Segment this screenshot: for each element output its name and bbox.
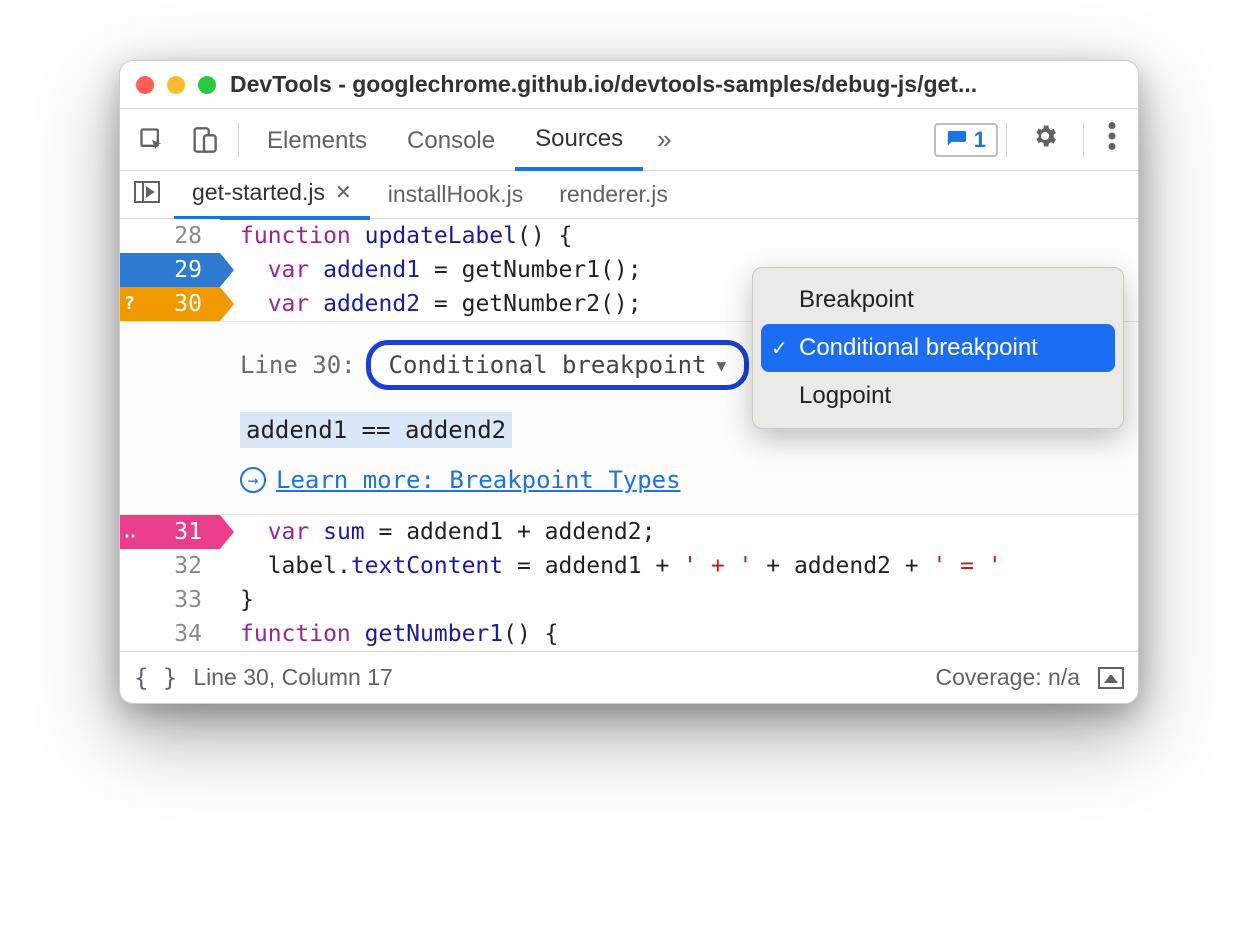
code-line-28[interactable]: 28 function updateLabel() {	[120, 219, 1138, 253]
file-tab-label: installHook.js	[388, 181, 524, 208]
chevron-down-icon: ▼	[716, 356, 726, 375]
menu-item-breakpoint[interactable]: Breakpoint	[761, 276, 1115, 324]
window-titlebar: DevTools - googlechrome.github.io/devtoo…	[120, 61, 1138, 109]
file-tab-installhook[interactable]: installHook.js	[370, 171, 542, 218]
code-text: var sum = addend1 + addend2;	[220, 515, 655, 549]
status-bar: { } Line 30, Column 17 Coverage: n/a	[120, 651, 1138, 703]
file-tab-renderer[interactable]: renderer.js	[541, 171, 686, 218]
dropdown-value: Conditional breakpoint	[389, 351, 707, 379]
menu-item-logpoint[interactable]: Logpoint	[761, 372, 1115, 420]
toolbar-divider	[238, 123, 239, 157]
window-title: DevTools - googlechrome.github.io/devtoo…	[230, 71, 977, 98]
code-text: }	[220, 583, 254, 617]
minimize-window-button[interactable]	[167, 76, 185, 94]
file-tabs-bar: get-started.js ✕ installHook.js renderer…	[120, 171, 1138, 219]
toolbar-divider	[1006, 123, 1007, 157]
file-tab-label: renderer.js	[559, 181, 668, 208]
code-text: var addend1 = getNumber1();	[220, 253, 642, 287]
code-line-34[interactable]: 34 function getNumber1() {	[120, 617, 1138, 651]
breakpoint-type-menu: Breakpoint ✓ Conditional breakpoint Logp…	[752, 267, 1124, 429]
code-line-32[interactable]: 32 label.textContent = addend1 + ' + ' +…	[120, 549, 1138, 583]
check-icon: ✓	[771, 336, 788, 361]
cursor-position: Line 30, Column 17	[193, 664, 392, 691]
code-line-33[interactable]: 33 }	[120, 583, 1138, 617]
file-tab-get-started[interactable]: get-started.js ✕	[174, 169, 370, 220]
settings-icon[interactable]	[1015, 122, 1075, 157]
code-text: var addend2 = getNumber2();	[220, 287, 642, 321]
arrow-circle-icon: →	[240, 467, 266, 493]
breakpoint-condition-input[interactable]: addend1 == addend2	[240, 412, 512, 448]
close-window-button[interactable]	[136, 76, 154, 94]
line-number-logpoint[interactable]: ‥31	[120, 515, 220, 549]
pretty-print-icon[interactable]: { }	[134, 664, 177, 692]
code-line-31[interactable]: ‥31 var sum = addend1 + addend2;	[120, 515, 1138, 549]
tab-elements[interactable]: Elements	[247, 111, 387, 169]
code-editor[interactable]: 28 function updateLabel() { 29 var adden…	[120, 219, 1138, 651]
breakpoint-line-label: Line 30:	[240, 351, 356, 379]
issues-count: 1	[974, 127, 986, 153]
tab-console[interactable]: Console	[387, 111, 515, 169]
line-number[interactable]: 32	[120, 549, 220, 583]
toolbar-divider	[1083, 123, 1084, 157]
code-text: function updateLabel() {	[220, 219, 572, 253]
inspect-element-icon[interactable]	[126, 116, 178, 164]
line-number-conditional-breakpoint[interactable]: ?30	[120, 287, 220, 321]
issues-button[interactable]: 1	[934, 123, 998, 157]
code-text: function getNumber1() {	[220, 617, 559, 651]
tab-sources[interactable]: Sources	[515, 109, 643, 171]
coverage-label: Coverage: n/a	[936, 664, 1080, 691]
menu-item-conditional-breakpoint[interactable]: ✓ Conditional breakpoint	[761, 324, 1115, 372]
close-tab-icon[interactable]: ✕	[335, 180, 352, 205]
file-tab-label: get-started.js	[192, 179, 325, 206]
device-toolbar-icon[interactable]	[178, 116, 230, 164]
issues-icon	[946, 129, 968, 151]
line-number[interactable]: 33	[120, 583, 220, 617]
navigator-toggle-icon[interactable]	[120, 181, 174, 209]
breakpoint-type-dropdown[interactable]: Conditional breakpoint ▼	[366, 340, 750, 390]
line-number-breakpoint[interactable]: 29	[120, 253, 220, 287]
line-number[interactable]: 28	[120, 219, 220, 253]
maximize-window-button[interactable]	[198, 76, 216, 94]
code-text: label.textContent = addend1 + ' + ' + ad…	[220, 549, 1002, 583]
drawer-toggle-icon[interactable]	[1098, 667, 1124, 689]
main-toolbar: Elements Console Sources » 1	[120, 109, 1138, 171]
learn-more-link[interactable]: Learn more: Breakpoint Types	[276, 466, 681, 494]
more-options-icon[interactable]	[1092, 122, 1132, 157]
window-controls	[136, 76, 216, 94]
line-number[interactable]: 34	[120, 617, 220, 651]
more-tabs-icon[interactable]: »	[643, 124, 685, 155]
devtools-window: DevTools - googlechrome.github.io/devtoo…	[119, 60, 1139, 704]
